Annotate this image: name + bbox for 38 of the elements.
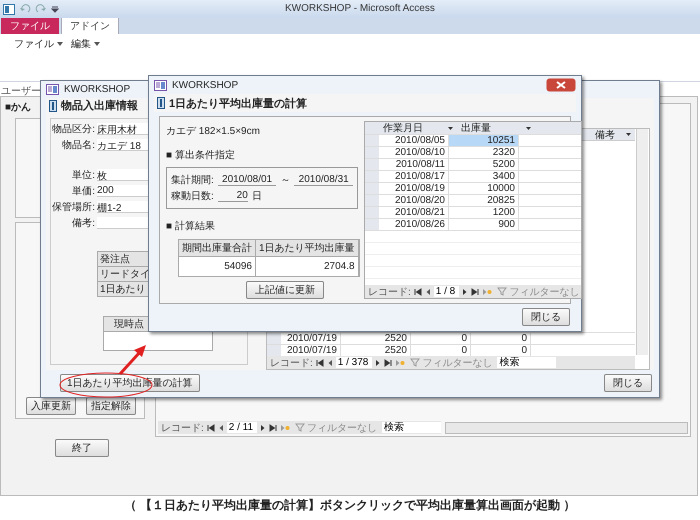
field-label: 集計期間:: [171, 174, 214, 187]
table-cell: 2704.8: [256, 257, 359, 276]
field-label: 物品区分:: [51, 123, 95, 136]
record-label: レコード:: [270, 356, 313, 370]
field-label: 物品名:: [61, 139, 95, 152]
table-cell: 2010/08/26: [379, 219, 449, 230]
range-separator: ～: [280, 174, 290, 187]
table-cell: 2010/08/11: [379, 159, 449, 170]
section-heading: ■ 計算結果: [166, 220, 216, 233]
window-title: KWORKSHOP: [64, 84, 130, 95]
window-title: KWORKSHOP: [172, 80, 238, 90]
record-label: レコード:: [368, 286, 411, 298]
field-label: 稼動日数:: [171, 190, 214, 203]
record-label: レコード:: [161, 422, 204, 434]
table-cell: 2010/07/19: [281, 333, 341, 344]
field-label: 単価:: [71, 185, 95, 198]
unit-label: 日: [252, 190, 262, 203]
table-cell: 2520: [341, 333, 411, 344]
table-cell: 0: [411, 333, 471, 344]
window-title: KWORKSHOP - Microsoft Access: [285, 3, 435, 14]
table-cell: 2010/08/19: [379, 183, 449, 194]
table-cell: 2010/08/20: [379, 195, 449, 206]
caption-text: （ 【１日あたり平均出庫量の計算】ボタンクリックで平均出庫量算出画面が起動 ）: [124, 498, 576, 512]
field-label: 保管場所:: [51, 200, 95, 214]
table-cell: 0: [471, 333, 531, 344]
form-title: 1日あたり平均出庫量の計算: [169, 96, 308, 110]
table-cell: 2010/08/21: [379, 207, 449, 218]
form-heading: ■かん: [5, 101, 32, 114]
field-label: 備考:: [71, 216, 95, 230]
table-cell: 2010/08/17: [379, 171, 449, 182]
field-label: 単位:: [71, 169, 95, 182]
form-title: 物品入出庫情報: [61, 98, 138, 114]
table-header-cell: 期間出庫量合計: [179, 240, 256, 257]
table-cell: 54096: [179, 257, 256, 276]
section-heading: ■ 算出条件指定: [166, 148, 236, 162]
table-header-cell: 1日あたり平均出庫量: [256, 240, 359, 257]
table-cell: 2010/08/10: [379, 147, 449, 158]
item-name: カエデ 182×1.5×9cm: [166, 125, 261, 138]
